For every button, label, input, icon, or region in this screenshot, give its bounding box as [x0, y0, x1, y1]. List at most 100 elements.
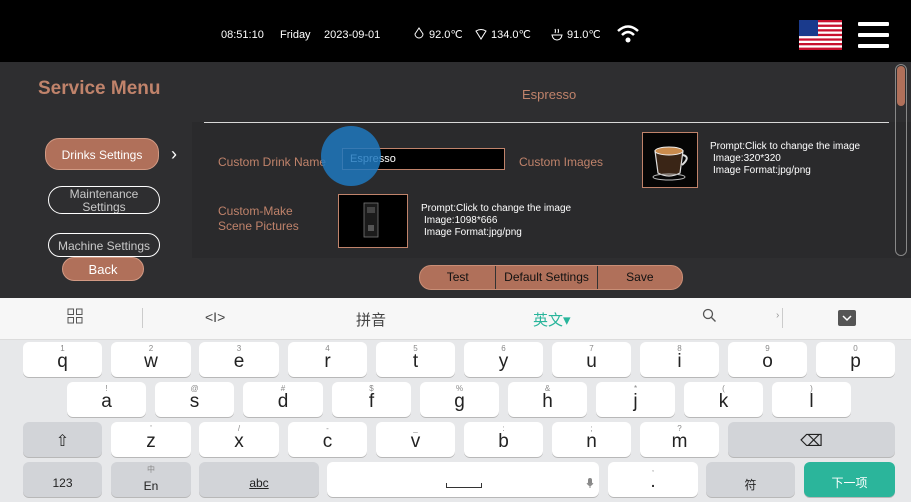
sidebar-item-machine-settings[interactable]: Machine Settings [48, 233, 160, 257]
water-drop-icon [414, 27, 424, 39]
key-g[interactable]: % g [420, 382, 499, 417]
hide-keyboard-icon[interactable] [838, 310, 856, 326]
key-b[interactable]: :b [464, 422, 543, 457]
backspace-key[interactable]: ⌫ [728, 422, 895, 457]
space-icon [446, 483, 482, 488]
space-bar[interactable] [327, 462, 599, 497]
custom-images-label: Custom Images [519, 155, 604, 169]
key-c[interactable]: -c [288, 422, 367, 457]
coffee-machine-image [339, 195, 407, 247]
pinyin-mode-button[interactable]: 拼音 [356, 309, 386, 330]
key-k[interactable]: (k [684, 382, 763, 417]
shift-icon: ⇧ [55, 433, 70, 450]
key-a[interactable]: ! a [67, 382, 146, 417]
key-m[interactable]: ? m [640, 422, 719, 457]
key-s[interactable]: @ s [155, 382, 234, 417]
weekday: Friday [280, 29, 311, 41]
water-temp: 92.0℃ [412, 27, 463, 41]
divider [782, 308, 783, 328]
key-v-label: v [410, 431, 421, 452]
scrollbar-thumb[interactable] [897, 66, 905, 106]
language-key-label: En [143, 479, 159, 493]
sidebar-title: Service Menu [38, 78, 161, 99]
key-r-label: r [324, 351, 331, 372]
scene-prompt-line: Prompt:Click to change the image [421, 203, 572, 214]
key-d-label: d [277, 391, 289, 412]
search-icon[interactable] [702, 308, 717, 323]
key-l-label: l [809, 391, 814, 412]
period-key[interactable]: ,. [608, 462, 698, 497]
cup-temp: 91.0℃ [550, 27, 601, 41]
key-h-label: h [542, 391, 553, 412]
key-e[interactable]: 3e [199, 342, 279, 377]
key-w[interactable]: 2w [111, 342, 191, 377]
key-c-label: c [322, 431, 333, 452]
key-p[interactable]: 0p [816, 342, 895, 377]
default-settings-button[interactable]: Default Settings [495, 266, 598, 289]
key-i[interactable]: 8i [640, 342, 719, 377]
hamburger-menu-icon[interactable] [858, 22, 889, 48]
chevron-right-icon: › [171, 144, 177, 164]
save-button[interactable]: Save [598, 266, 682, 289]
key-v[interactable]: _ v [376, 422, 455, 457]
key-f[interactable]: $ f [332, 382, 411, 417]
key-r[interactable]: 4r [288, 342, 367, 377]
key-n[interactable]: ; n [552, 422, 631, 457]
key-j[interactable]: * j [596, 382, 675, 417]
sidebar-item-maintenance-settings[interactable]: Maintenance Settings [48, 186, 160, 214]
english-mode-button[interactable]: 英文▾ [533, 309, 571, 330]
key-t-label: t [412, 351, 419, 372]
language-key[interactable]: 中 En [111, 462, 191, 497]
scene-prompt: Prompt:Click to change the image Image:1… [421, 203, 571, 239]
image-prompt-line: Prompt:Click to change the image [710, 141, 861, 152]
numbers-key[interactable]: 123 [23, 462, 102, 497]
cursor-move-button[interactable]: <I> [205, 309, 225, 325]
key-g-label: g [454, 391, 465, 412]
us-flag-icon[interactable] [799, 20, 842, 50]
scene-label-line1: Custom-Make [218, 204, 293, 218]
key-u[interactable]: 7u [552, 342, 631, 377]
key-i-label: i [677, 351, 682, 372]
divider [142, 308, 143, 328]
numbers-key-label: 123 [52, 476, 73, 490]
coffee-cup-image [643, 133, 697, 187]
image-size-line: Image:320*320 [713, 153, 781, 164]
key-o[interactable]: 9o [728, 342, 807, 377]
drink-image-thumbnail[interactable] [642, 132, 698, 188]
key-y-label: y [498, 351, 509, 372]
back-button[interactable]: Back [62, 257, 144, 281]
key-n-label: n [586, 431, 597, 452]
period-key-label: . [650, 471, 656, 492]
symbol-key[interactable]: 符 [706, 462, 795, 497]
page-title: Espresso [522, 87, 577, 102]
sidebar-item-drinks-settings[interactable]: Drinks Settings [45, 138, 159, 170]
scene-image-thumbnail[interactable] [338, 194, 408, 248]
key-z[interactable]: ' z [111, 422, 191, 457]
keyboard-toolbar: <I> 拼音 英文▾ › [0, 298, 911, 340]
key-x[interactable]: / x [199, 422, 279, 457]
shift-key[interactable]: ⇧ [23, 422, 102, 457]
key-u-label: u [586, 351, 597, 372]
abc-key[interactable]: abc [199, 462, 319, 497]
grid-menu-icon[interactable] [67, 308, 83, 324]
key-e-label: e [233, 351, 245, 372]
image-format-line: Image Format:jpg/png [713, 165, 811, 176]
key-y[interactable]: 6y [464, 342, 543, 377]
abc-key-label: abc [249, 476, 269, 490]
key-q[interactable]: 1q [23, 342, 102, 377]
divider [204, 122, 889, 123]
key-l[interactable]: ) l [772, 382, 851, 417]
key-h[interactable]: & h [508, 382, 587, 417]
scene-format-line: Image Format:jpg/png [424, 227, 522, 238]
test-button[interactable]: Test [420, 266, 495, 289]
key-t[interactable]: 5t [376, 342, 455, 377]
backspace-icon: ⌫ [800, 433, 823, 450]
chevron-right-icon[interactable]: › [776, 310, 779, 321]
key-d[interactable]: # d [243, 382, 323, 417]
symbol-key-label: 符 [744, 478, 757, 492]
service-sidebar: Service Menu Drinks Settings › Maintenan… [0, 62, 192, 298]
key-a-label: a [101, 391, 112, 412]
wifi-icon [617, 25, 639, 43]
key-f-label: f [368, 391, 375, 412]
next-field-button[interactable]: 下一项 [804, 462, 895, 497]
